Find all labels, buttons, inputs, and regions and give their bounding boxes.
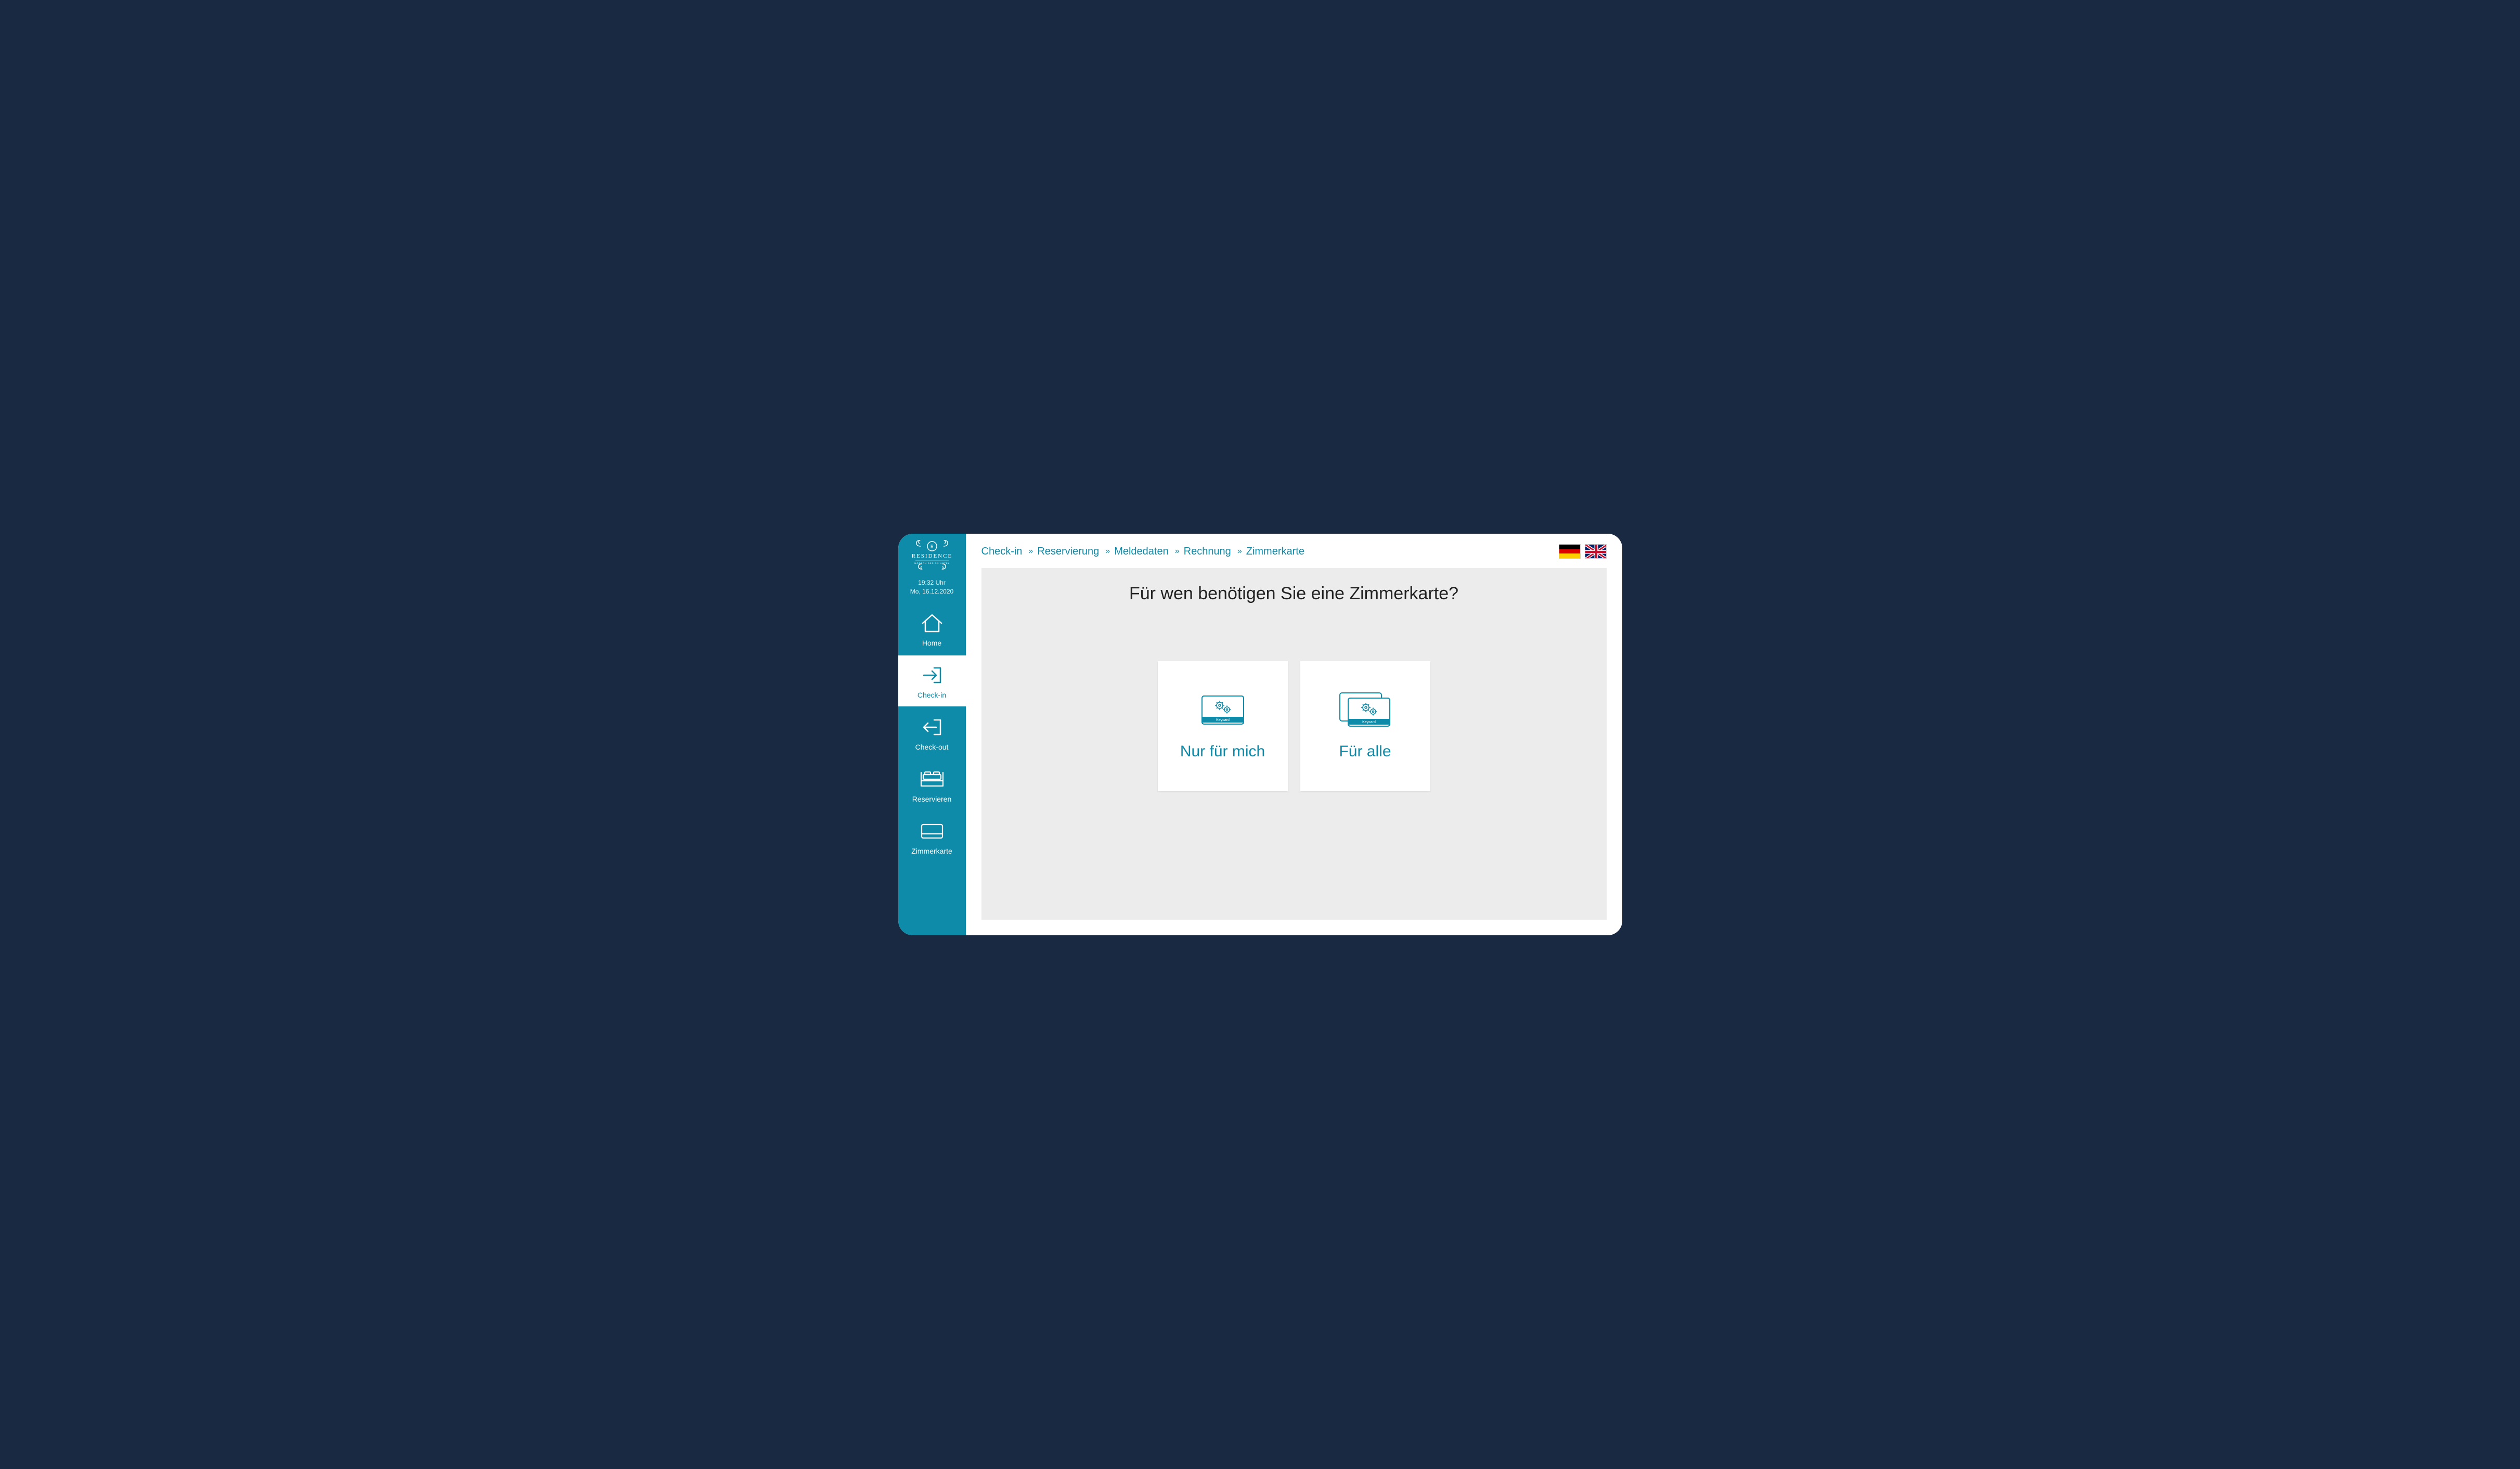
- chevron-right-icon: »: [1174, 547, 1179, 556]
- sidebar-item-checkout[interactable]: Check-out: [898, 707, 966, 758]
- svg-text:Keycard: Keycard: [1216, 718, 1230, 722]
- breadcrumb-item[interactable]: Zimmerkarte: [1246, 546, 1304, 558]
- breadcrumb: Check-in » Reservierung » Meldedaten » R…: [981, 546, 1304, 558]
- sidebar-item-checkin[interactable]: Check-in: [898, 655, 966, 706]
- keycard-icon: [920, 821, 945, 842]
- svg-text:Keycard: Keycard: [1362, 720, 1376, 724]
- brand-logo: R RESIDENCE MODERN DESIGN HOTEL: [898, 534, 966, 575]
- sidebar: R RESIDENCE MODERN DESIGN HOTEL 19:32 Uh…: [898, 534, 966, 935]
- language-switcher: [1559, 544, 1607, 559]
- checkout-icon: [921, 717, 944, 738]
- sidebar-item-label: Check-out: [915, 743, 949, 751]
- option-only-me[interactable]: Keycard Nur: [1158, 661, 1288, 791]
- option-label: Nur für mich: [1180, 743, 1265, 761]
- screen: R RESIDENCE MODERN DESIGN HOTEL 19:32 Uh…: [898, 534, 1622, 935]
- main: Check-in » Reservierung » Meldedaten » R…: [966, 534, 1622, 935]
- svg-text:MODERN DESIGN HOTEL: MODERN DESIGN HOTEL: [914, 562, 950, 564]
- chevron-right-icon: »: [1027, 547, 1032, 556]
- sidebar-nav: Home Check-in Check-out: [898, 603, 966, 862]
- content-panel: Für wen benötigen Sie eine Zimmerkarte?: [981, 568, 1607, 920]
- sidebar-item-reservieren[interactable]: Reservieren: [898, 759, 966, 810]
- clock-date: Mo, 16.12.2020: [900, 587, 964, 596]
- chevron-right-icon: »: [1104, 547, 1109, 556]
- option-for-all[interactable]: Keycard Für: [1300, 661, 1430, 791]
- sidebar-item-label: Reservieren: [912, 795, 951, 803]
- sidebar-item-label: Zimmerkarte: [911, 847, 952, 855]
- home-icon: [921, 613, 944, 634]
- flag-uk[interactable]: [1585, 544, 1607, 559]
- breadcrumb-item[interactable]: Meldedaten: [1114, 546, 1169, 558]
- breadcrumb-item[interactable]: Reservierung: [1037, 546, 1099, 558]
- chevron-right-icon: »: [1236, 547, 1241, 556]
- bed-icon: [919, 769, 945, 790]
- sidebar-item-home[interactable]: Home: [898, 603, 966, 654]
- page-title: Für wen benötigen Sie eine Zimmerkarte?: [1129, 584, 1458, 604]
- svg-text:R: R: [930, 544, 934, 550]
- breadcrumb-item[interactable]: Rechnung: [1184, 546, 1231, 558]
- clock-time: 19:32 Uhr: [900, 578, 964, 587]
- sidebar-item-label: Home: [922, 639, 941, 647]
- option-label: Für alle: [1339, 743, 1391, 761]
- brand-name-text: RESIDENCE: [911, 553, 952, 559]
- multi-keycard-icon: Keycard: [1337, 692, 1394, 728]
- breadcrumb-item[interactable]: Check-in: [981, 546, 1023, 558]
- sidebar-item-zimmerkarte[interactable]: Zimmerkarte: [898, 811, 966, 862]
- clock: 19:32 Uhr Mo, 16.12.2020: [898, 575, 966, 603]
- topbar: Check-in » Reservierung » Meldedaten » R…: [966, 534, 1622, 568]
- options-row: Keycard Nur: [1158, 661, 1430, 791]
- sidebar-item-label: Check-in: [917, 691, 946, 699]
- device-frame: R RESIDENCE MODERN DESIGN HOTEL 19:32 Uh…: [886, 521, 1635, 948]
- flag-de[interactable]: [1559, 544, 1581, 559]
- checkin-icon: [921, 665, 944, 686]
- residence-logo-icon: R RESIDENCE MODERN DESIGN HOTEL: [906, 539, 958, 571]
- single-keycard-icon: Keycard: [1197, 692, 1249, 728]
